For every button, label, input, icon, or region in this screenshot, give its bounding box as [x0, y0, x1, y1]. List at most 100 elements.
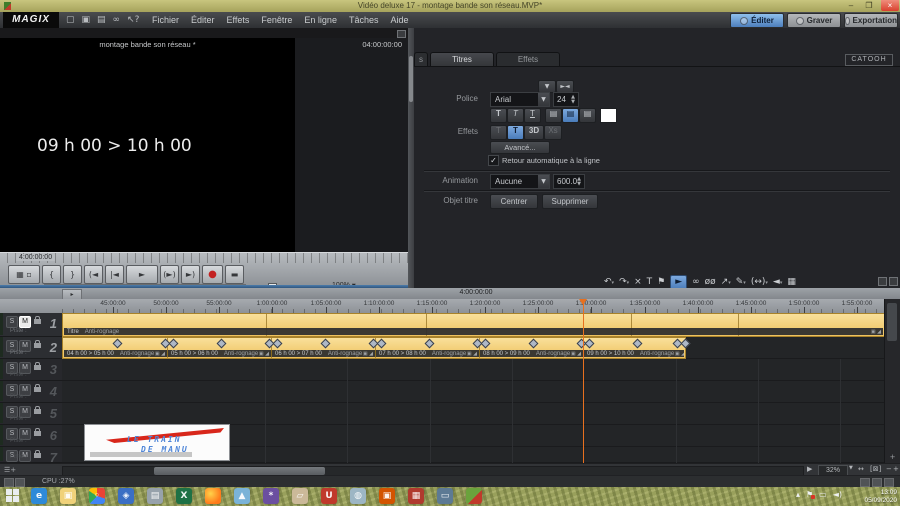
context-help-icon[interactable]: ↖?: [127, 15, 139, 25]
vertical-scrollbar[interactable]: +: [884, 299, 900, 463]
tab-partial[interactable]: s: [414, 52, 428, 67]
title-segment[interactable]: 06 h 00 > 07 h 00Anti-rognage▣ ◢: [272, 350, 376, 357]
lock-icon[interactable]: [34, 453, 41, 458]
track-area[interactable]: TitreAnti-rognage▣ ◢ 04 h 00 > 05 h 00Ant…: [62, 313, 885, 463]
title-segment[interactable]: 09 h 00 > 10 h 00Anti-rognage▣ ◢: [584, 350, 684, 357]
taskbar-app-display-app[interactable]: ▭: [437, 488, 453, 504]
taskbar-app-maps-app[interactable]: ◈: [118, 488, 134, 504]
track-lane-4[interactable]: [62, 381, 885, 403]
zoom-in-icon[interactable]: +: [893, 465, 899, 473]
taskbar-app-settings[interactable]: *: [263, 488, 279, 504]
taskbar-app-file-explorer[interactable]: ▣: [60, 488, 76, 504]
scroll-right-icon[interactable]: ▶: [807, 465, 812, 473]
track-lane-3[interactable]: [62, 359, 885, 381]
taskbar-app-design-app[interactable]: ▱: [292, 488, 308, 504]
taskbar-app-notes-app[interactable]: ▤: [147, 488, 163, 504]
xs-effect-button[interactable]: Xs: [544, 125, 562, 140]
chevron-down-icon[interactable]: ▼: [849, 465, 853, 471]
underline-button[interactable]: T: [524, 108, 541, 123]
chevron-down-icon[interactable]: ▾: [612, 280, 615, 286]
chevron-down-icon[interactable]: ▾: [743, 280, 746, 286]
font-select[interactable]: Arial ▼: [490, 92, 550, 107]
mode-button-exportation[interactable]: Exportation: [844, 13, 898, 28]
jump-end-button[interactable]: ►): [181, 265, 200, 284]
taskbar-app-red-utility-app[interactable]: U: [321, 488, 337, 504]
monitor-mode-button[interactable]: ▦ ▫: [8, 265, 40, 284]
track-name-label[interactable]: Piste :: [10, 394, 27, 400]
title-clip-track1[interactable]: TitreAnti-rognage▣ ◢: [62, 313, 885, 337]
chevron-down-icon[interactable]: ▾: [627, 280, 630, 286]
jump-range-start-button[interactable]: (◄: [84, 265, 103, 284]
catooh-logo[interactable]: CATOOH: [845, 54, 893, 66]
taskbar-app-photo-viewer[interactable]: ▲: [234, 488, 250, 504]
align-left-button[interactable]: ▤: [545, 108, 562, 123]
chevron-down-icon[interactable]: ▼: [538, 175, 549, 188]
optimal-view-icon[interactable]: [⊠]: [870, 465, 881, 473]
add-track-icon[interactable]: +: [885, 453, 900, 461]
open-project-icon[interactable]: ▣: [82, 15, 91, 25]
menu-item[interactable]: Tâches: [349, 15, 379, 25]
flag-notification-icon[interactable]: ⚑: [806, 490, 813, 499]
advanced-button[interactable]: Avancé...: [490, 141, 550, 154]
lock-icon[interactable]: [34, 387, 41, 392]
align-center-button[interactable]: ▤: [562, 108, 579, 123]
shadow-effect-button[interactable]: T: [490, 125, 507, 140]
mode-button-diter[interactable]: Éditer: [730, 13, 784, 28]
center-button[interactable]: Centrer: [490, 194, 538, 209]
animation-select[interactable]: Aucune ▼: [490, 174, 550, 189]
track-name-label[interactable]: Piste :: [10, 372, 27, 378]
zoom-fit-icon[interactable]: ↔: [858, 465, 864, 473]
taskbar-app-excel[interactable]: X: [176, 488, 192, 504]
menu-item[interactable]: Éditer: [191, 15, 215, 25]
font-color-swatch[interactable]: [600, 108, 617, 123]
range-start-button[interactable]: {: [42, 265, 61, 284]
jump-start-button[interactable]: |◄: [105, 265, 124, 284]
new-project-icon[interactable]: ▢: [66, 15, 75, 25]
menu-item[interactable]: Fenêtre: [261, 15, 292, 25]
speaker-tray-icon[interactable]: ◄): [833, 490, 842, 499]
solo-button[interactable]: S: [6, 316, 18, 328]
track-lane-5[interactable]: [62, 403, 885, 425]
track-name-label[interactable]: Piste :: [10, 350, 27, 356]
track-name-label[interactable]: Piste :: [10, 416, 27, 422]
chevron-down-icon[interactable]: ▾: [728, 280, 731, 286]
taskbar-clock[interactable]: 13:09 05/09/2020: [864, 489, 897, 504]
wordwrap-checkbox[interactable]: ✓: [488, 155, 499, 166]
track-name-label[interactable]: Piste :: [10, 438, 27, 444]
effect-3d-button[interactable]: 3D: [524, 125, 544, 140]
connect-icon[interactable]: ∞: [113, 15, 121, 25]
position-bar[interactable]: ▸ 4:00:00:00: [0, 288, 900, 299]
track-name-label[interactable]: Piste :: [10, 454, 27, 460]
lock-icon[interactable]: [34, 343, 41, 348]
spinner-down-icon[interactable]: ▼: [575, 181, 583, 187]
title-overlay-text[interactable]: 09 h 00 > 10 h 00: [37, 136, 192, 156]
taskbar-app-chrome[interactable]: ◦: [89, 488, 105, 504]
play-range-button[interactable]: (►): [160, 265, 179, 284]
menu-item[interactable]: Aide: [390, 15, 408, 25]
options-icon[interactable]: [889, 277, 898, 286]
close-button[interactable]: ×: [881, 0, 899, 11]
mute-button[interactable]: M: [19, 316, 31, 328]
display-tray-icon[interactable]: ▭: [819, 490, 827, 499]
tab-effets[interactable]: Effets: [496, 52, 560, 67]
playhead-marker[interactable]: [579, 299, 587, 309]
mode-button-graver[interactable]: Graver: [787, 13, 841, 28]
taskbar-app-firefox[interactable]: [205, 488, 221, 504]
taskbar-app-magix-video-app[interactable]: [466, 488, 482, 504]
record-button[interactable]: ●: [202, 265, 223, 284]
chevron-down-icon[interactable]: ▾: [780, 280, 783, 286]
lock-icon[interactable]: [34, 431, 41, 436]
title-segment[interactable]: 04 h 00 > 05 h 00Anti-rognage▣ ◢: [64, 350, 168, 357]
taskbar-app-media-app-red[interactable]: ▦: [408, 488, 424, 504]
menu-item[interactable]: Fichier: [152, 15, 179, 25]
preview-detach-icon[interactable]: [397, 30, 406, 38]
delete-title-button[interactable]: Supprimer: [542, 194, 598, 209]
logo-image-clip[interactable]: LE TRAINDE MANU: [84, 424, 230, 461]
outline-effect-button[interactable]: T: [507, 125, 524, 140]
maximize-button[interactable]: ❐: [860, 0, 878, 11]
align-right-button[interactable]: ▤: [579, 108, 596, 123]
lock-icon[interactable]: [34, 409, 41, 414]
stop-button[interactable]: ▬: [225, 265, 244, 284]
minimize-button[interactable]: –: [842, 0, 860, 11]
transport-ruler[interactable]: [0, 253, 408, 263]
